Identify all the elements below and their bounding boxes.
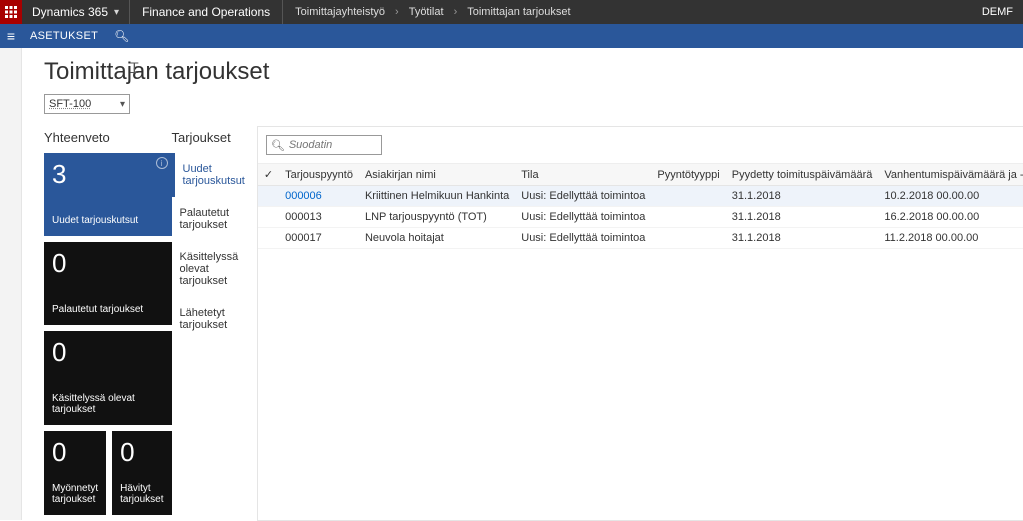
cell-reqtype <box>651 207 725 228</box>
list-nav-item-new[interactable]: Uudet tarjouskutsut <box>172 153 253 197</box>
cell-expiry: 10.2.2018 00.00.00 <box>878 186 1023 207</box>
breadcrumb: Toimittajayhteistyö › Työtilat › Toimitt… <box>283 6 570 18</box>
search-icon: 🔍︎ <box>271 139 285 152</box>
chevron-right-icon: › <box>454 6 458 18</box>
table-row[interactable]: 000017 Neuvola hoitajat Uusi: Edellyttää… <box>258 228 1023 249</box>
cell-expiry: 11.2.2018 00.00.00 <box>878 228 1023 249</box>
app-launcher-icon[interactable] <box>0 0 22 24</box>
page-title: Toimittajan tarjoukset Ꮖ <box>22 48 1023 90</box>
cell-reqtype <box>651 186 725 207</box>
filter-input[interactable] <box>289 139 379 151</box>
chevron-down-icon: ▾ <box>120 99 125 110</box>
list-nav-item-returned[interactable]: Palautetut tarjoukset <box>172 197 253 241</box>
left-rail <box>0 48 22 520</box>
col-reqtype[interactable]: Pyyntötyyppi <box>651 164 725 186</box>
cell-reqdate: 31.1.2018 <box>726 207 879 228</box>
col-doc[interactable]: Asiakirjan nimi <box>359 164 515 186</box>
dropdown-value: SFT-100 <box>49 98 91 110</box>
col-rfq[interactable]: Tarjouspyyntö <box>279 164 359 186</box>
table-row[interactable]: 000013 LNP tarjouspyyntö (TOT) Uusi: Ede… <box>258 207 1023 228</box>
brand-label: Dynamics 365 <box>32 5 108 19</box>
summary-panel: Yhteenveto i 3 Uudet tarjouskutsut 0 Pal… <box>44 126 172 521</box>
app-name: Finance and Operations <box>130 5 282 19</box>
global-nav: Dynamics 365 ▾ Finance and Operations To… <box>0 0 1023 24</box>
cell-doc: Kriittinen Helmikuun Hankinta <box>359 186 515 207</box>
cell-doc: Neuvola hoitajat <box>359 228 515 249</box>
search-icon[interactable]: 🔍︎ <box>106 29 137 43</box>
breadcrumb-item[interactable]: Toimittajan tarjoukset <box>467 6 570 18</box>
text-cursor-icon: Ꮖ <box>130 60 139 77</box>
company-code[interactable]: DEMF <box>972 6 1023 18</box>
page-title-text: Toimittajan tarjoukset <box>44 58 269 85</box>
cell-expiry: 16.2.2018 00.00.00 <box>878 207 1023 228</box>
tile-label: Uudet tarjouskutsut <box>52 215 164 226</box>
chevron-down-icon: ▾ <box>114 7 119 18</box>
cell-reqdate: 31.1.2018 <box>726 228 879 249</box>
table-panel: 🔍︎ ︿ ✓ Tarjouspyyntö Asiakirjan nimi Til… <box>257 126 1023 521</box>
table-row[interactable]: 000006 Kriittinen Helmikuun Hankinta Uus… <box>258 186 1023 207</box>
tile-count: 0 <box>52 439 98 465</box>
list-nav-item-sent[interactable]: Lähetetyt tarjoukset <box>172 297 253 341</box>
tile-granted[interactable]: 0 Myönnetyt tarjoukset <box>44 431 106 515</box>
tile-count: 3 <box>52 161 164 187</box>
list-nav-item-processing[interactable]: Käsittelyssä olevat tarjoukset <box>172 241 253 297</box>
rfq-link[interactable]: 000006 <box>285 190 322 202</box>
info-icon: i <box>156 157 168 169</box>
cell-reqtype <box>651 228 725 249</box>
col-status[interactable]: Tila <box>515 164 651 186</box>
tile-label: Käsittelyssä olevat tarjoukset <box>52 393 164 415</box>
tile-new-invitations[interactable]: i 3 Uudet tarjouskutsut <box>44 153 172 236</box>
tile-count: 0 <box>120 439 163 465</box>
bids-table: ✓ Tarjouspyyntö Asiakirjan nimi Tila Pyy… <box>258 163 1023 249</box>
tile-returned[interactable]: 0 Palautetut tarjoukset <box>44 242 172 325</box>
filter-input-wrap[interactable]: 🔍︎ <box>266 135 382 155</box>
cell-rfq: 000017 <box>279 228 359 249</box>
tile-count: 0 <box>52 250 164 276</box>
brand-dropdown[interactable]: Dynamics 365 ▾ <box>22 5 129 19</box>
col-check[interactable]: ✓ <box>258 164 279 186</box>
col-expiry-label: Vanhentumispäivämäärä ja -aika <box>884 169 1023 181</box>
col-reqdate[interactable]: Pyydetty toimituspäivämäärä <box>726 164 879 186</box>
chevron-right-icon: › <box>395 6 399 18</box>
tile-label: Myönnetyt tarjoukset <box>52 483 98 505</box>
cell-status: Uusi: Edellyttää toimintoa <box>515 186 651 207</box>
breadcrumb-item[interactable]: Työtilat <box>409 6 444 18</box>
tile-count: 0 <box>52 339 164 365</box>
hamburger-icon[interactable]: ≡ <box>0 28 22 44</box>
tile-label: Hävityt tarjoukset <box>120 483 163 505</box>
command-bar: ≡ ASETUKSET 🔍︎ <box>0 24 1023 48</box>
list-nav: Tarjoukset Uudet tarjouskutsut Palautetu… <box>172 126 253 521</box>
cell-status: Uusi: Edellyttää toimintoa <box>515 207 651 228</box>
cell-reqdate: 31.1.2018 <box>726 186 879 207</box>
cell-status: Uusi: Edellyttää toimintoa <box>515 228 651 249</box>
tile-processing[interactable]: 0 Käsittelyssä olevat tarjoukset <box>44 331 172 425</box>
list-nav-title: Tarjoukset <box>172 126 253 153</box>
cell-doc: LNP tarjouspyyntö (TOT) <box>359 207 515 228</box>
summary-title: Yhteenveto <box>44 126 172 153</box>
tile-lost[interactable]: 0 Hävityt tarjoukset <box>112 431 171 515</box>
tile-label: Palautetut tarjoukset <box>52 304 164 315</box>
entity-dropdown[interactable]: SFT-100 ▾ <box>44 94 130 114</box>
options-button[interactable]: ASETUKSET <box>22 30 106 42</box>
cell-rfq: 000013 <box>279 207 359 228</box>
breadcrumb-item[interactable]: Toimittajayhteistyö <box>295 6 385 18</box>
col-expiry[interactable]: Vanhentumispäivämäärä ja -aika ▾ <box>878 164 1023 186</box>
